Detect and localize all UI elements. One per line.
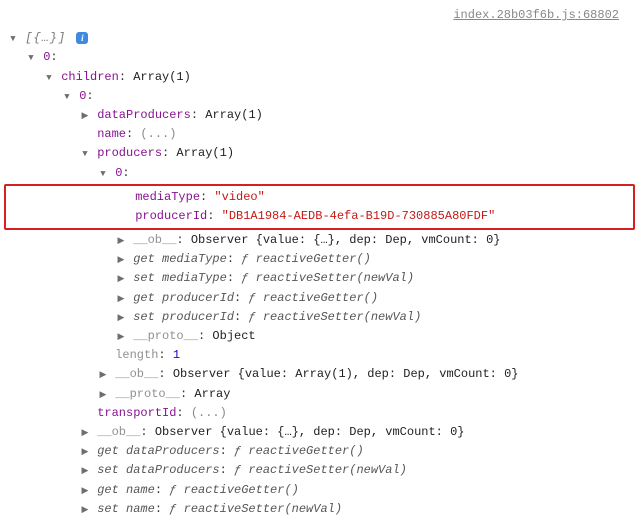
- obj-key: set mediaType: [133, 271, 227, 285]
- obj-key: dataProducers: [97, 108, 191, 122]
- proto-property[interactable]: __proto__: Object: [4, 327, 635, 346]
- source-file: index.28b03f6b.js: [453, 8, 575, 22]
- chevron-down-icon[interactable]: [62, 90, 72, 104]
- obj-key: __proto__: [115, 387, 180, 401]
- ob-property[interactable]: __ob__: Observer {value: {…}, dep: Dep, …: [4, 423, 635, 442]
- obj-value: ƒ reactiveGetter(): [169, 483, 299, 497]
- length-property[interactable]: length: 1: [4, 346, 635, 365]
- chevron-right-icon[interactable]: [116, 234, 126, 248]
- obj-key: set producerId: [133, 310, 234, 324]
- root-label: [{…}]: [25, 31, 66, 45]
- obj-value: Observer {value: Array(1), dep: Dep, vmC…: [173, 367, 519, 381]
- obj-key: __ob__: [97, 425, 140, 439]
- dataproducers-array[interactable]: dataProducers: Array(1): [4, 106, 635, 125]
- chevron-down-icon[interactable]: [98, 167, 108, 181]
- get-mediatype[interactable]: get mediaType: ƒ reactiveGetter(): [4, 250, 635, 269]
- chevron-right-icon[interactable]: [116, 253, 126, 267]
- obj-value: 1: [173, 348, 180, 362]
- obj-value: Observer {value: {…}, dep: Dep, vmCount:…: [155, 425, 465, 439]
- obj-value: ƒ reactiveSetter(newVal): [241, 271, 414, 285]
- chevron-down-icon[interactable]: [80, 147, 90, 161]
- root-index-0[interactable]: 0:: [4, 48, 635, 67]
- chevron-right-icon[interactable]: [116, 330, 126, 344]
- chevron-right-icon[interactable]: [80, 503, 90, 517]
- obj-value: ƒ reactiveGetter(): [234, 444, 364, 458]
- chevron-right-icon[interactable]: [116, 272, 126, 286]
- obj-value: ƒ reactiveSetter(newVal): [248, 310, 421, 324]
- get-dataproducers[interactable]: get dataProducers: ƒ reactiveGetter(): [4, 442, 635, 461]
- obj-value: Object: [212, 329, 255, 343]
- chevron-down-icon[interactable]: [8, 32, 18, 46]
- chevron-right-icon[interactable]: [116, 292, 126, 306]
- name-property[interactable]: name: (...): [4, 125, 635, 144]
- chevron-right-icon[interactable]: [80, 109, 90, 123]
- set-mediatype[interactable]: set mediaType: ƒ reactiveSetter(newVal): [4, 269, 635, 288]
- obj-key: get dataProducers: [97, 444, 219, 458]
- obj-key: mediaType: [135, 190, 200, 204]
- obj-key: get mediaType: [133, 252, 227, 266]
- chevron-right-icon[interactable]: [80, 464, 90, 478]
- obj-value: ƒ reactiveGetter(): [241, 252, 371, 266]
- obj-key: transportId: [97, 406, 176, 420]
- children-index-0[interactable]: 0:: [4, 87, 635, 106]
- invoke-getter[interactable]: (...): [140, 127, 176, 141]
- obj-value: Observer {value: {…}, dep: Dep, vmCount:…: [191, 233, 501, 247]
- producerid-property[interactable]: producerId: "DB1A1984-AEDB-4efa-B19D-730…: [6, 207, 633, 226]
- transportid-property[interactable]: transportId: (...): [4, 404, 635, 423]
- obj-key: producers: [97, 146, 162, 160]
- obj-key: set dataProducers: [97, 463, 219, 477]
- obj-value: Array(1): [205, 108, 263, 122]
- obj-value: Array(1): [176, 146, 234, 160]
- obj-key: __ob__: [133, 233, 176, 247]
- obj-value: ƒ reactiveSetter(newVal): [234, 463, 407, 477]
- obj-value: "DB1A1984-AEDB-4efa-B19D-730885A80FDF": [222, 209, 496, 223]
- obj-value: "video": [214, 190, 264, 204]
- obj-key: get producerId: [133, 291, 234, 305]
- chevron-down-icon[interactable]: [26, 51, 36, 65]
- set-dataproducers[interactable]: set dataProducers: ƒ reactiveSetter(newV…: [4, 461, 635, 480]
- ob-property[interactable]: __ob__: Observer {value: {…}, dep: Dep, …: [4, 231, 635, 250]
- chevron-right-icon[interactable]: [80, 445, 90, 459]
- obj-key: producerId: [135, 209, 207, 223]
- set-name[interactable]: set name: ƒ reactiveSetter(newVal): [4, 500, 635, 519]
- ob-property[interactable]: __ob__: Observer {value: Array(1), dep: …: [4, 365, 635, 384]
- obj-key: __proto__: [133, 329, 198, 343]
- children-array[interactable]: children: Array(1): [4, 68, 635, 87]
- obj-key: name: [97, 127, 126, 141]
- chevron-right-icon[interactable]: [98, 368, 108, 382]
- obj-value: Array(1): [133, 70, 191, 84]
- get-name[interactable]: get name: ƒ reactiveGetter(): [4, 481, 635, 500]
- info-icon[interactable]: i: [76, 32, 88, 44]
- set-producerid[interactable]: set producerId: ƒ reactiveSetter(newVal): [4, 308, 635, 327]
- chevron-right-icon[interactable]: [98, 388, 108, 402]
- highlighted-properties: mediaType: "video" producerId: "DB1A1984…: [4, 184, 635, 230]
- proto-property[interactable]: __proto__: Array: [4, 385, 635, 404]
- source-line: 68802: [583, 8, 619, 22]
- producers-index-0[interactable]: 0:: [4, 164, 635, 183]
- chevron-right-icon[interactable]: [80, 426, 90, 440]
- mediatype-property[interactable]: mediaType: "video": [6, 188, 633, 207]
- chevron-right-icon[interactable]: [80, 484, 90, 498]
- obj-value: ƒ reactiveGetter(): [248, 291, 378, 305]
- root-array[interactable]: [{…}] i: [4, 29, 635, 48]
- producers-array[interactable]: producers: Array(1): [4, 144, 635, 163]
- obj-key: children: [61, 70, 119, 84]
- source-link[interactable]: index.28b03f6b.js:68802: [4, 6, 635, 25]
- chevron-down-icon[interactable]: [44, 71, 54, 85]
- obj-value: Array: [194, 387, 230, 401]
- chevron-right-icon[interactable]: [116, 311, 126, 325]
- obj-key: get name: [97, 483, 155, 497]
- obj-key: __ob__: [115, 367, 158, 381]
- obj-key: set name: [97, 502, 155, 516]
- obj-value: ƒ reactiveSetter(newVal): [169, 502, 342, 516]
- invoke-getter[interactable]: (...): [191, 406, 227, 420]
- obj-key: length: [115, 348, 158, 362]
- get-producerid[interactable]: get producerId: ƒ reactiveGetter(): [4, 289, 635, 308]
